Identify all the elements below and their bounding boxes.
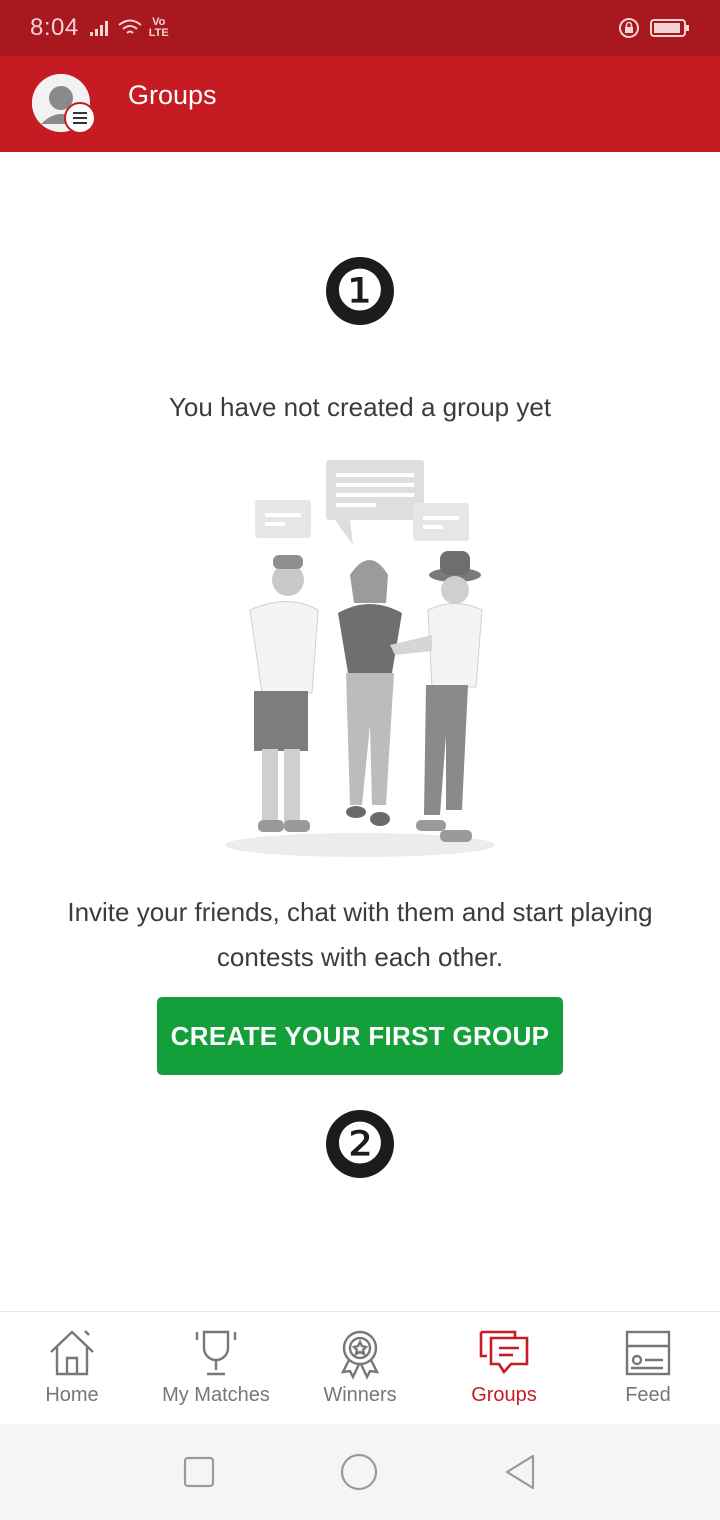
status-bar: 8:04 Vo LTE bbox=[0, 0, 720, 56]
nav-item-groups[interactable]: Groups bbox=[432, 1312, 576, 1424]
battery-icon bbox=[650, 19, 689, 37]
feed-icon bbox=[625, 1330, 671, 1376]
home-icon bbox=[50, 1330, 94, 1376]
back-icon[interactable] bbox=[502, 1453, 538, 1491]
menu-icon[interactable] bbox=[64, 102, 96, 134]
status-icons: Vo LTE bbox=[89, 17, 169, 39]
page-title: Groups bbox=[128, 80, 217, 110]
recent-apps-icon[interactable] bbox=[182, 1455, 216, 1489]
create-first-group-button[interactable]: CREATE YOUR FIRST GROUP bbox=[157, 997, 563, 1075]
rotation-lock-icon bbox=[619, 18, 639, 38]
nav-item-home[interactable]: Home bbox=[0, 1312, 144, 1424]
nav-label-winners: Winners bbox=[323, 1384, 397, 1406]
empty-state-title: You have not created a group yet bbox=[168, 392, 552, 422]
nav-label-groups: Groups bbox=[471, 1384, 537, 1406]
step-marker-2: ❷ bbox=[326, 1110, 394, 1178]
nav-label-my-matches: My Matches bbox=[162, 1384, 270, 1406]
app-header: Groups bbox=[0, 56, 720, 152]
system-nav-bar bbox=[0, 1424, 720, 1520]
nav-item-my-matches[interactable]: My Matches bbox=[144, 1312, 288, 1424]
nav-label-home: Home bbox=[45, 1384, 99, 1406]
nav-item-feed[interactable]: Feed bbox=[576, 1312, 720, 1424]
nav-label-feed: Feed bbox=[625, 1384, 671, 1406]
award-icon bbox=[340, 1330, 380, 1380]
chat-icon bbox=[479, 1330, 529, 1375]
bottom-nav: Home My Matches Winners Groups Feed bbox=[0, 1311, 720, 1424]
friends-chatting-illustration bbox=[225, 460, 495, 857]
status-time: 8:04 bbox=[30, 14, 79, 41]
wifi-icon bbox=[118, 19, 142, 34]
signal-icon bbox=[89, 21, 108, 36]
empty-state-description: Invite your friends, chat with them and … bbox=[67, 897, 653, 972]
step-marker-1: ❶ bbox=[326, 257, 394, 325]
volte-label: Vo LTE bbox=[148, 16, 169, 39]
home-button-icon[interactable] bbox=[339, 1452, 379, 1492]
nav-item-winners[interactable]: Winners bbox=[288, 1312, 432, 1424]
trophy-icon bbox=[195, 1330, 237, 1376]
